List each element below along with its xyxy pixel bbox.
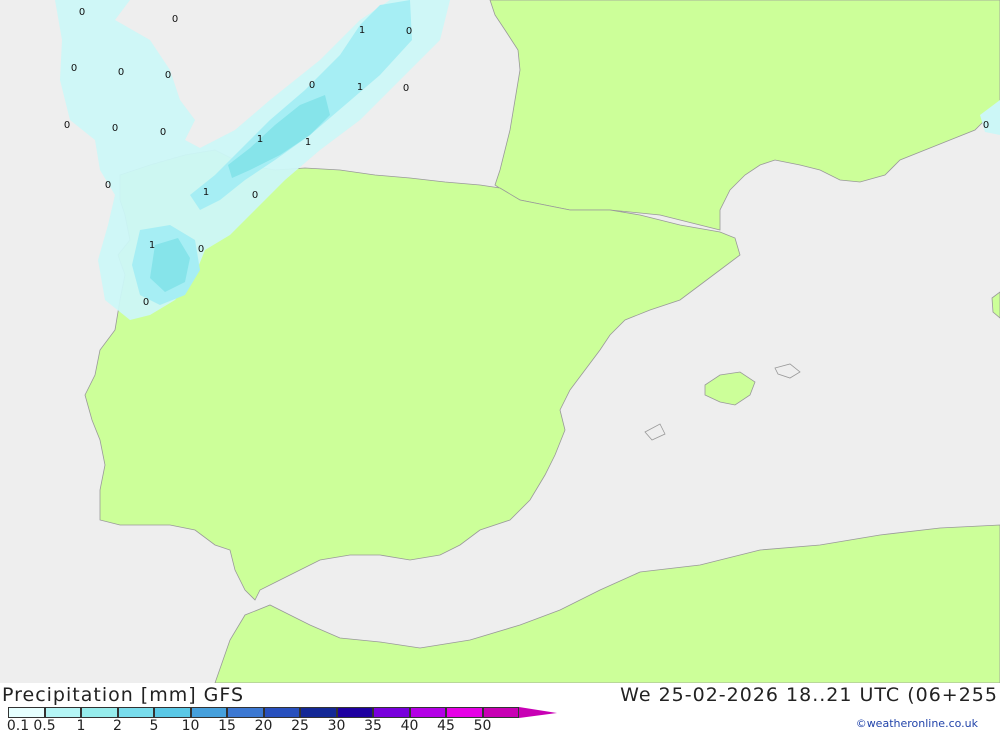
map-value: 0 [172,14,178,25]
legend-swatch [44,707,81,718]
legend-label: 30 [327,718,346,734]
legend-label: 2 [113,718,122,734]
legend-swatch [81,707,118,718]
map-value: 0 [252,190,258,201]
legend-swatch [446,707,483,718]
legend-swatch [117,707,154,718]
map-value: 1 [359,25,365,36]
map-value: 0 [165,70,171,81]
map-value: 0 [309,80,315,91]
map-value: 0 [105,180,111,191]
legend-arrow-icon [519,707,557,718]
legend-swatch [8,707,45,718]
legend-swatch [482,707,519,718]
legend-swatch [336,707,373,718]
legend-swatch [227,707,264,718]
credit-link[interactable]: ©weatheronline.co.uk [856,717,978,730]
legend-label: 20 [254,718,273,734]
map-value: 1 [257,134,263,145]
map-value: 0 [118,67,124,78]
map-value: 0 [112,123,118,134]
map-value: 0 [71,63,77,74]
legend-swatch [154,707,191,718]
map-value: 0 [403,83,409,94]
map-title: Precipitation [mm] GFS [2,684,245,706]
map-value: 1 [305,137,311,148]
legend-label: 50 [473,718,492,734]
map-value: 0 [79,7,85,18]
map-value: 0 [64,120,70,131]
legend-label: 40 [400,718,419,734]
map-value: 1 [149,240,155,251]
legend-label: 10 [181,718,200,734]
legend-swatch [300,707,337,718]
map-value: 1 [357,82,363,93]
legend-label: 0.1 [6,718,30,734]
legend-swatch [263,707,300,718]
legend-label: 35 [364,718,382,734]
map-value: 0 [406,26,412,37]
precipitation-map: 0 0 0 0 0 0 0 0 1 0 0 1 0 0 0 0 1 1 1 1 … [0,0,1000,683]
map-value: 0 [983,120,989,131]
legend-swatch [409,707,446,718]
map-value: 1 [203,187,209,198]
legend-label: 45 [437,718,455,734]
legend-label: 15 [218,718,236,734]
legend-label: 25 [291,718,309,734]
map-value: 0 [160,127,166,138]
legend-label: 1 [76,718,86,734]
legend-label: 5 [149,718,159,734]
map-value: 0 [198,244,204,255]
legend-swatch [373,707,410,718]
legend-label: 0.5 [33,718,56,734]
map-value: 0 [143,297,149,308]
map-valid-time: We 25-02-2026 18..21 UTC (06+255 [620,684,998,706]
legend-swatch [190,707,227,718]
